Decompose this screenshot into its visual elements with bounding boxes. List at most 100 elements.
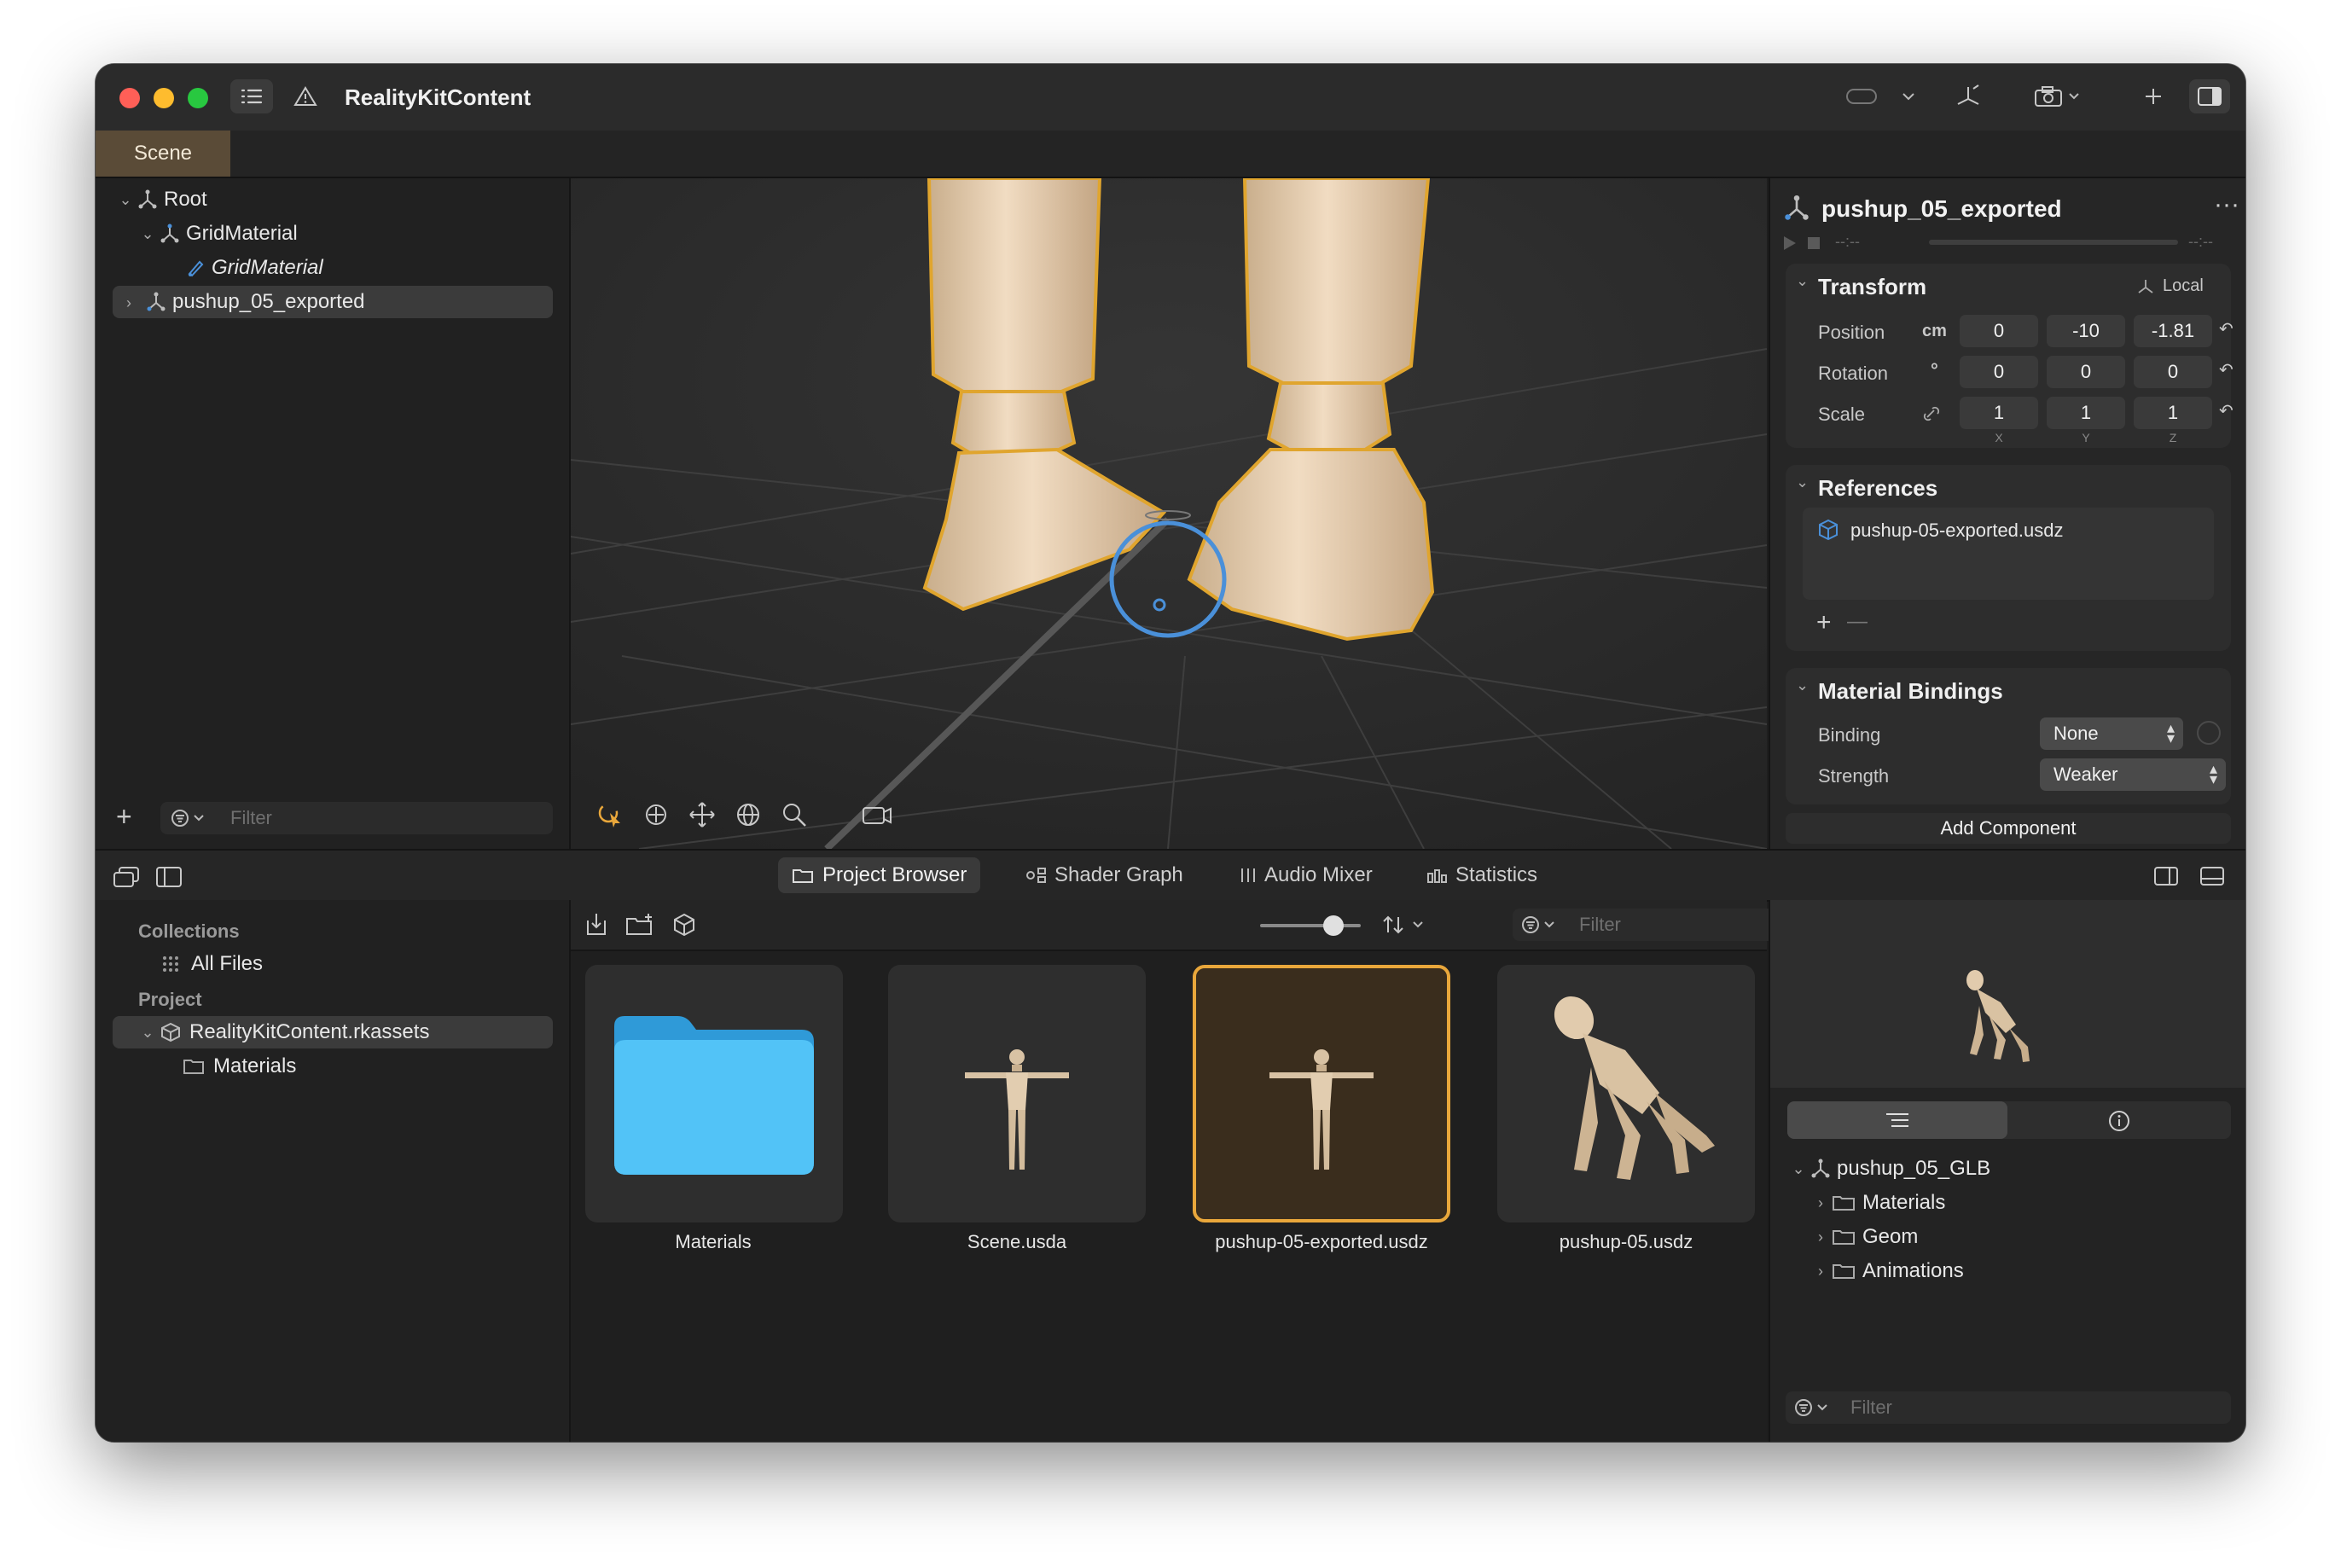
scale-z-field[interactable]: 1 (2134, 397, 2212, 429)
space-toggle[interactable]: Local (2163, 276, 2204, 296)
asset-tile-pushup[interactable] (1497, 965, 1755, 1222)
add-component-button[interactable]: Add Component (1786, 813, 2231, 844)
transform-title: Transform (1818, 274, 1927, 299)
add-entity-icon[interactable]: + (116, 801, 132, 833)
rotation-y-field[interactable]: 0 (2047, 356, 2125, 388)
add-icon[interactable] (2138, 79, 2169, 113)
sidebar-item-rkassets[interactable]: ⌄ RealityKitContent.rkassets (113, 1016, 553, 1048)
reset-icon[interactable]: ↶ (2219, 400, 2234, 421)
chevron-right-icon[interactable]: › (1813, 1228, 1828, 1246)
reference-file[interactable]: pushup-05-exported.usdz (1850, 520, 2064, 542)
preview-item-animations[interactable]: › Animations (1813, 1255, 1964, 1287)
binding-select[interactable]: None ▴ ▾ (2040, 717, 2183, 750)
rotate-tool-icon[interactable] (735, 801, 762, 828)
chevron-down-icon[interactable]: ⌄ (1796, 677, 1809, 694)
outline-item-pushup[interactable]: › pushup_05_exported (113, 286, 553, 318)
rotation-x-field[interactable]: 0 (1960, 356, 2038, 388)
tab-statistics[interactable]: Statistics (1426, 857, 1537, 893)
add-reference-button[interactable]: + (1816, 608, 1832, 637)
asset-tile-pushup-exported[interactable] (1193, 965, 1450, 1222)
chevron-down-icon[interactable]: ⌄ (1791, 1160, 1806, 1177)
timeline-scrubber[interactable] (1929, 240, 2178, 245)
outline-filter-field[interactable] (160, 802, 553, 834)
new-entity-icon[interactable] (671, 912, 700, 938)
preview-thumbnail[interactable] (1770, 900, 2245, 1088)
tab-scene[interactable]: Scene (96, 131, 230, 177)
import-icon[interactable] (584, 912, 608, 938)
close-button[interactable] (119, 88, 140, 108)
zoom-slider-knob[interactable] (1323, 915, 1344, 936)
chevron-down-icon[interactable]: ⌄ (1796, 473, 1809, 491)
zoom-button[interactable] (188, 88, 208, 108)
inspector-pane-icon[interactable] (2153, 866, 2179, 886)
rotation-label: Rotation (1818, 363, 1888, 384)
inspector-toggle-icon[interactable] (2189, 79, 2230, 113)
outline-item-label: GridMaterial (186, 222, 298, 245)
sidebar-item-materials[interactable]: Materials (183, 1050, 296, 1083)
tab-audio-mixer[interactable]: Audio Mixer (1239, 857, 1373, 893)
hierarchy-segment[interactable] (1787, 1101, 2007, 1139)
reset-icon[interactable]: ↶ (2219, 318, 2234, 340)
chevron-down-icon[interactable]: ⌄ (140, 1024, 155, 1041)
warning-icon[interactable] (290, 79, 321, 113)
filter-icon[interactable] (1521, 915, 1562, 934)
move-tool-icon[interactable] (688, 801, 716, 828)
position-z-field[interactable]: -1.81 (2134, 315, 2212, 347)
vision-pro-icon[interactable] (1843, 79, 1880, 113)
filter-icon[interactable] (171, 809, 212, 828)
info-icon[interactable] (2108, 1110, 2130, 1132)
outline-item-root[interactable]: ⌄ Root (118, 183, 206, 216)
bottom-pane-icon[interactable] (2199, 866, 2225, 886)
preview-item-materials[interactable]: › Materials (1813, 1187, 1945, 1219)
chevron-down-icon[interactable]: ⌄ (140, 225, 155, 242)
chevron-right-icon[interactable]: › (1813, 1263, 1828, 1280)
zoom-tool-icon[interactable] (781, 801, 808, 828)
asset-label: pushup-05.usdz (1559, 1231, 1693, 1252)
chevron-down-icon[interactable]: ⌄ (1796, 272, 1809, 290)
select-tool-icon[interactable] (596, 801, 624, 828)
asset-tile-materials[interactable] (585, 965, 843, 1222)
windows-icon[interactable] (113, 866, 140, 888)
reset-icon[interactable]: ↶ (2219, 359, 2234, 380)
play-icon[interactable] (1782, 235, 1821, 252)
sidebar-list-icon[interactable] (230, 79, 273, 113)
preview-root-item[interactable]: ⌄ pushup_05_GLB (1791, 1153, 1990, 1185)
sidebar-toggle-icon[interactable] (155, 866, 183, 888)
chevron-down-icon[interactable] (1897, 79, 1920, 113)
remove-reference-button[interactable]: — (1847, 610, 1868, 634)
collections-header: Collections (138, 920, 240, 942)
chevron-down-icon[interactable]: ⌄ (118, 191, 133, 208)
sort-icon[interactable] (1381, 914, 1432, 936)
sidebar-item-all-files[interactable]: All Files (160, 948, 263, 980)
asset-tile-scene[interactable] (888, 965, 1146, 1222)
rotation-unit: ° (1931, 359, 1938, 380)
position-x-field[interactable]: 0 (1960, 315, 2038, 347)
viewport-canvas[interactable] (571, 178, 1767, 849)
binding-go-icon[interactable] (2197, 721, 2221, 745)
tab-project-browser[interactable]: Project Browser (778, 857, 981, 893)
camera-view-icon[interactable] (861, 801, 893, 828)
position-y-field[interactable]: -10 (2047, 315, 2125, 347)
snap-icon[interactable] (1952, 79, 1986, 113)
tab-shader-graph[interactable]: Shader Graph (1025, 857, 1183, 893)
preview-item-geom[interactable]: › Geom (1813, 1221, 1918, 1253)
scene-viewport[interactable] (571, 178, 1767, 849)
orbit-tool-icon[interactable] (642, 801, 670, 828)
chevron-right-icon[interactable]: › (1813, 1194, 1828, 1211)
filter-icon[interactable] (1794, 1398, 1835, 1417)
zoom-slider[interactable] (1260, 924, 1361, 927)
new-folder-icon[interactable] (625, 912, 656, 938)
rotation-z-field[interactable]: 0 (2134, 356, 2212, 388)
link-icon[interactable] (1922, 405, 1941, 422)
outline-item-gridmaterial[interactable]: ⌄ GridMaterial (140, 218, 298, 250)
project-header: Project (138, 989, 202, 1010)
outline-item-gridmaterial-material[interactable]: GridMaterial (181, 252, 323, 284)
minimize-button[interactable] (154, 88, 174, 108)
strength-select[interactable]: Weaker ▴ ▾ (2040, 758, 2226, 791)
folder-large-icon (614, 1016, 814, 1175)
scale-x-field[interactable]: 1 (1960, 397, 2038, 429)
camera-icon[interactable] (2032, 79, 2087, 113)
more-icon[interactable]: ··· (2214, 190, 2239, 219)
scale-y-field[interactable]: 1 (2047, 397, 2125, 429)
chevron-right-icon[interactable]: › (126, 294, 142, 311)
